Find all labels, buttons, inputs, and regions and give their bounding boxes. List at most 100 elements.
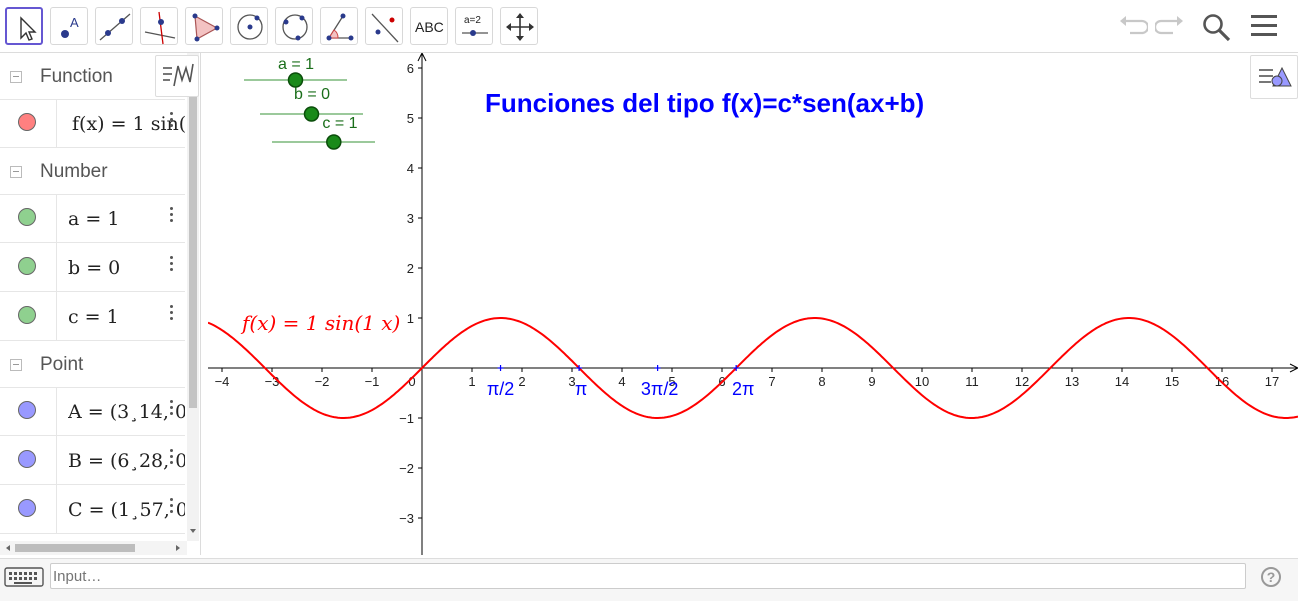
- visibility-toggle-icon[interactable]: [18, 306, 36, 324]
- text-tool-button[interactable]: ABC: [410, 7, 448, 45]
- polygon-tool-button[interactable]: [185, 7, 223, 45]
- perpendicular-line-tool-button[interactable]: [140, 7, 178, 45]
- visibility-toggle-icon[interactable]: [18, 208, 36, 226]
- more-options-icon[interactable]: [166, 112, 176, 132]
- main-menu-button[interactable]: [1250, 12, 1280, 45]
- x-tick-label: 15: [1165, 374, 1179, 389]
- group-header-number[interactable]: Number: [0, 148, 185, 195]
- graphics-view[interactable]: −4 −3 −2 −1 0 1 2 3 4 5 6 7 8 9 10 11 12 13 14 15 16 17 1 2 3 4 5 6…: [208, 53, 1298, 555]
- more-options-icon[interactable]: [166, 207, 176, 227]
- more-options-icon[interactable]: [166, 498, 176, 518]
- x-tick-label: 1: [468, 374, 475, 389]
- scroll-down-arrow-icon[interactable]: [188, 526, 198, 536]
- y-tick-label: −2: [399, 461, 414, 476]
- redo-button[interactable]: [1153, 12, 1185, 45]
- toolbar: A ABC a=2: [0, 0, 1298, 53]
- group-label: Number: [40, 161, 108, 182]
- y-tick-label: −1: [399, 411, 414, 426]
- x-tick-label: 14: [1115, 374, 1129, 389]
- x-tick-label: 11: [965, 374, 979, 389]
- row-divider: [56, 292, 57, 340]
- y-tick-label: 4: [407, 161, 414, 176]
- algebra-item-c[interactable]: c = 1: [0, 292, 185, 341]
- x-tick-label: 4: [618, 374, 625, 389]
- group-header-point[interactable]: Point: [0, 341, 185, 388]
- row-divider: [56, 485, 57, 533]
- algebra-item-C[interactable]: C = (1¸57, 0): [0, 485, 185, 534]
- help-icon[interactable]: ?: [1261, 567, 1281, 587]
- algebra-horizontal-scroll-thumb[interactable]: [15, 544, 135, 552]
- x-tick-label: 7: [768, 374, 775, 389]
- y-tick-label: −3: [399, 511, 414, 526]
- algebra-item-f[interactable]: f(x) = 1 sin(1 x): [0, 99, 189, 148]
- algebra-style-icon: [163, 63, 194, 87]
- keyboard-icon[interactable]: [4, 567, 46, 589]
- more-options-icon[interactable]: [166, 400, 176, 420]
- y-tick-label: 2: [407, 261, 414, 276]
- pi-label: 3π/2: [641, 379, 678, 399]
- row-divider: [56, 387, 57, 435]
- more-options-icon[interactable]: [166, 305, 176, 325]
- collapse-icon[interactable]: [10, 359, 22, 371]
- slider-handle[interactable]: [287, 72, 304, 88]
- x-tick-label: −4: [215, 374, 230, 389]
- circle-three-points-tool-button[interactable]: [275, 7, 313, 45]
- visibility-toggle-icon[interactable]: [18, 450, 36, 468]
- algebra-item-B[interactable]: B = (6¸28, 0): [0, 436, 185, 485]
- function-f-label: f(x) = 1 sin(1 x): [240, 311, 400, 335]
- algebra-vertical-scroll-thumb[interactable]: [189, 58, 197, 408]
- x-tick-label: 17: [1265, 374, 1279, 389]
- reflect-tool-button[interactable]: [365, 7, 403, 45]
- algebra-item-A[interactable]: A = (3¸14, 0): [0, 387, 185, 436]
- hamburger-menu-icon: [1251, 15, 1277, 36]
- point-tool-button[interactable]: A: [50, 7, 88, 45]
- collapse-icon[interactable]: [10, 166, 22, 178]
- y-tick-label: 1: [407, 311, 414, 326]
- undo-button[interactable]: [1118, 12, 1150, 45]
- more-options-icon[interactable]: [166, 449, 176, 469]
- slider-handle[interactable]: [326, 134, 342, 150]
- algebra-item-b[interactable]: b = 0: [0, 243, 185, 292]
- x-tick-label: 2: [518, 374, 525, 389]
- algebra-input-field[interactable]: [50, 563, 1246, 589]
- pi-label: π: [575, 379, 587, 399]
- algebra-item-a[interactable]: a = 1: [0, 194, 185, 243]
- row-divider: [56, 243, 57, 291]
- row-divider: [56, 99, 57, 147]
- slider-tool-button[interactable]: a=2: [455, 7, 493, 45]
- scroll-left-arrow-icon[interactable]: [3, 543, 13, 553]
- angle-tool-button[interactable]: [320, 7, 358, 45]
- slider-handle[interactable]: [303, 106, 320, 122]
- slider-label: c = 1: [322, 115, 357, 132]
- circle-tool-button[interactable]: [230, 7, 268, 45]
- x-tick-label: 8: [818, 374, 825, 389]
- collapse-icon[interactable]: [10, 71, 22, 83]
- x-tick-label: −2: [315, 374, 330, 389]
- x-tick-label: 13: [1065, 374, 1079, 389]
- x-tick-label: 10: [915, 374, 929, 389]
- move-graphics-view-tool-button[interactable]: [500, 7, 538, 45]
- graphics-style-bar-button[interactable]: [1250, 55, 1298, 99]
- move-tool-button[interactable]: [5, 7, 43, 45]
- scroll-right-arrow-icon[interactable]: [173, 543, 183, 553]
- group-label: Function: [40, 66, 113, 87]
- search-icon: [1203, 14, 1231, 42]
- row-divider: [56, 436, 57, 484]
- algebra-style-bar-button[interactable]: [155, 55, 199, 97]
- pi-label: π/2: [487, 379, 514, 399]
- coordinate-plane[interactable]: −4 −3 −2 −1 0 1 2 3 4 5 6 7 8 9 10 11 12 13 14 15 16 17123456…: [208, 53, 1298, 555]
- row-divider: [56, 194, 57, 242]
- line-tool-button[interactable]: [95, 7, 133, 45]
- visibility-toggle-icon[interactable]: [18, 401, 36, 419]
- pi-label: 2π: [732, 379, 754, 399]
- search-button[interactable]: [1201, 12, 1233, 47]
- visibility-toggle-icon[interactable]: [18, 499, 36, 517]
- graphics-style-icon: [1259, 66, 1292, 87]
- visibility-toggle-icon[interactable]: [18, 257, 36, 275]
- text-tool-label: ABC: [415, 19, 444, 35]
- algebra-view: Function f(x) = 1 sin(1 x) Number a = 1 …: [0, 53, 201, 555]
- group-label: Point: [40, 354, 84, 375]
- visibility-toggle-icon[interactable]: [18, 113, 36, 131]
- x-tick-label: −1: [365, 374, 380, 389]
- more-options-icon[interactable]: [166, 256, 176, 276]
